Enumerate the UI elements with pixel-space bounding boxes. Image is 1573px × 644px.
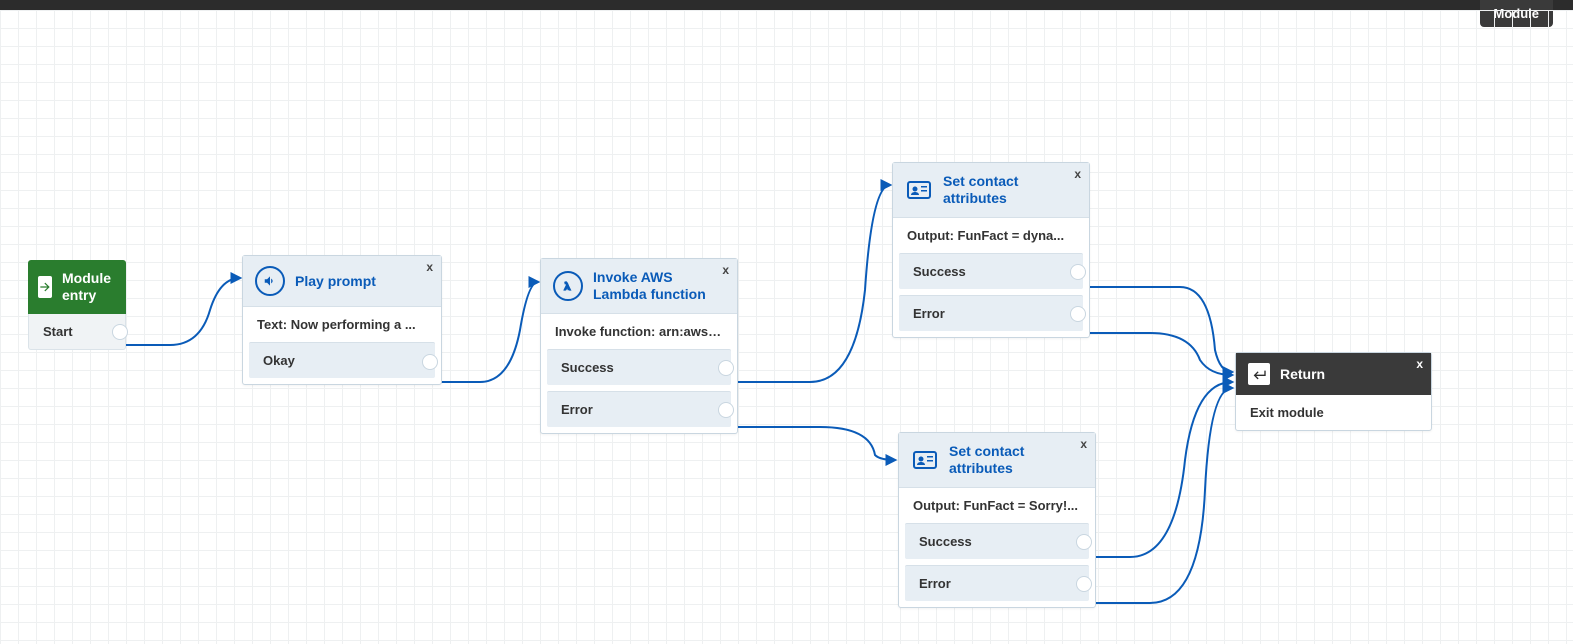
node-header[interactable]: Set contact attributes x xyxy=(893,163,1089,218)
node-title: Set contact attributes xyxy=(943,173,1063,207)
contact-icon xyxy=(905,179,933,201)
close-icon[interactable]: x xyxy=(722,263,729,277)
node-header[interactable]: Play prompt x xyxy=(243,256,441,307)
node-set-contact-attributes-1[interactable]: Set contact attributes x Output: FunFact… xyxy=(892,162,1090,338)
node-module-entry[interactable]: Module entry Start xyxy=(28,260,126,350)
node-play-prompt[interactable]: Play prompt x Text: Now performing a ...… xyxy=(242,255,442,385)
node-header[interactable]: Return x xyxy=(1236,353,1431,395)
node-title: Return xyxy=(1280,366,1325,383)
node-title: Invoke AWS Lambda function xyxy=(593,269,723,303)
port-error[interactable]: Error xyxy=(899,295,1083,331)
node-body: Output: FunFact = Sorry!... xyxy=(899,488,1095,523)
node-body: Text: Now performing a ... xyxy=(243,307,441,342)
close-icon[interactable]: x xyxy=(426,260,433,274)
port-error[interactable]: Error xyxy=(905,565,1089,601)
port-success[interactable]: Success xyxy=(905,523,1089,559)
connectors xyxy=(0,10,1573,644)
speaker-icon xyxy=(255,266,285,296)
close-icon[interactable]: x xyxy=(1074,167,1081,181)
node-invoke-lambda[interactable]: λ Invoke AWS Lambda function x Invoke fu… xyxy=(540,258,738,434)
node-return[interactable]: Return x Exit module xyxy=(1235,352,1432,431)
close-icon[interactable]: x xyxy=(1080,437,1087,451)
lambda-icon: λ xyxy=(553,271,583,301)
close-icon[interactable]: x xyxy=(1416,357,1423,371)
node-title: Play prompt xyxy=(295,273,376,290)
port-error[interactable]: Error xyxy=(547,391,731,427)
node-title: Module entry xyxy=(62,270,116,304)
node-header[interactable]: Set contact attributes x xyxy=(899,433,1095,488)
node-header[interactable]: λ Invoke AWS Lambda function x xyxy=(541,259,737,314)
svg-text:λ: λ xyxy=(565,281,571,291)
node-set-contact-attributes-2[interactable]: Set contact attributes x Output: FunFact… xyxy=(898,432,1096,608)
port-start[interactable]: Start xyxy=(28,314,126,350)
top-bar: Module xyxy=(0,0,1573,10)
node-body: Invoke function: arn:aws:... xyxy=(541,314,737,349)
flow-canvas[interactable]: Module entry Start Play prompt x Text: N… xyxy=(0,10,1573,644)
node-title: Set contact attributes xyxy=(949,443,1069,477)
contact-icon xyxy=(911,449,939,471)
port-success[interactable]: Success xyxy=(547,349,731,385)
node-body: Exit module xyxy=(1236,395,1431,430)
node-header[interactable]: Module entry xyxy=(28,260,126,314)
port-success[interactable]: Success xyxy=(899,253,1083,289)
return-icon xyxy=(1248,363,1270,385)
node-body: Output: FunFact = dyna... xyxy=(893,218,1089,253)
port-okay[interactable]: Okay xyxy=(249,342,435,378)
arrow-right-icon xyxy=(38,276,52,298)
